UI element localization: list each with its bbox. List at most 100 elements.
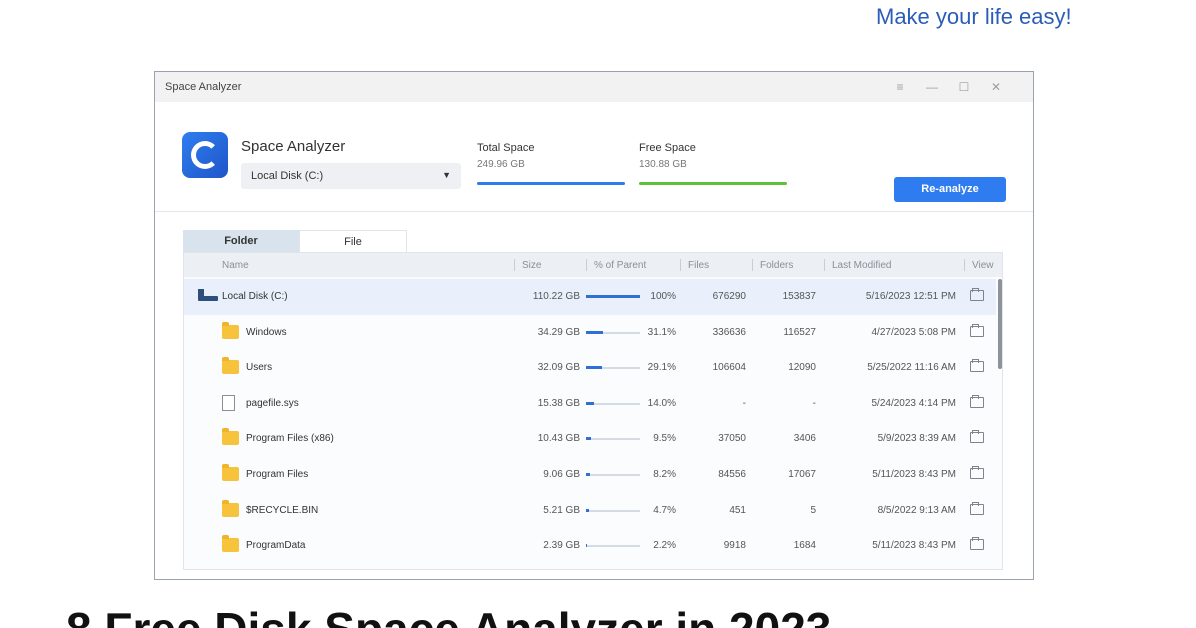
column-size[interactable]: Size [522,260,541,271]
row-files: 451 [729,504,746,516]
app-name: Space Analyzer [241,138,346,155]
row-size: 5.21 GB [543,504,580,516]
free-space-label: Free Space [639,142,696,154]
row-percent-bar-fill [586,366,602,370]
row-percent: 29.1% [647,362,676,374]
window-title: Space Analyzer [165,81,242,93]
row-files: 336636 [712,326,746,338]
row-last-modified: 5/11/2023 8:43 PM [872,469,956,480]
open-folder-icon[interactable] [970,288,984,301]
row-files: - [742,397,746,409]
row-name: pagefile.sys [246,397,299,409]
drive-select[interactable]: Local Disk (C:) ▼ [241,163,461,189]
open-folder-icon[interactable] [970,323,984,337]
header-panel: Space Analyzer Local Disk (C:) ▼ Total S… [155,102,1033,212]
column-name[interactable]: Name [222,260,249,271]
row-files: 106604 [712,362,746,374]
page-headline: 8 Free Disk Space Analyzer in 2023 [66,602,1126,628]
table-row[interactable]: ProgramData 2.39 GB 2.2% 9918 1684 5/11/… [184,528,996,564]
row-percent-bar [586,401,640,405]
table-row[interactable]: Local Disk (C:) 110.22 GB 100% 676290 15… [184,279,996,315]
table-row[interactable]: Program Files (x86) 10.43 GB 9.5% 37050 … [184,421,996,457]
open-folder-icon[interactable] [970,537,984,551]
title-bar: Space Analyzer ≡ — ☐ ✕ [155,72,1033,102]
space-analyzer-window: Space Analyzer ≡ — ☐ ✕ Space Analyzer Lo… [154,71,1034,580]
row-percent-bar-fill [586,330,603,334]
minimize-icon[interactable]: — [921,78,943,96]
row-size: 10.43 GB [537,433,580,445]
row-last-modified: 5/11/2023 8:43 PM [872,540,956,552]
row-files: 9918 [723,540,746,552]
row-percent-bar-fill [586,473,591,476]
row-size: 9.06 GB [543,469,580,480]
column-divider [680,259,681,271]
row-files: 37050 [718,433,746,445]
row-size: 34.29 GB [537,326,580,338]
column-percent[interactable]: % of Parent [594,260,646,271]
drive-select-value: Local Disk (C:) [251,170,324,182]
row-percent: 2.2% [653,540,676,552]
folder-icon [222,357,239,375]
open-folder-icon[interactable] [970,501,984,515]
row-percent: 31.1% [647,326,676,338]
column-divider [964,259,965,271]
table-row[interactable]: pagefile.sys 15.38 GB 14.0% - - 5/24/202… [184,386,996,422]
column-view[interactable]: View [972,260,994,271]
row-percent-bar [586,544,640,548]
folder-icon [222,499,239,517]
table-row[interactable]: Program Files 9.06 GB 8.2% 84556 17067 5… [184,457,996,493]
row-last-modified: 5/25/2022 11:16 AM [867,362,956,374]
scrollbar[interactable] [998,279,1002,369]
table-row[interactable]: Windows 34.29 GB 31.1% 336636 116527 4/2… [184,315,996,351]
folder-table: Name Size % of Parent Files Folders Last… [183,252,1003,570]
row-percent-bar [586,508,640,512]
row-percent-bar [586,330,640,334]
maximize-icon[interactable]: ☐ [953,78,975,96]
row-files: 676290 [712,291,746,302]
row-last-modified: 5/9/2023 8:39 AM [877,433,956,445]
row-last-modified: 4/27/2023 5:08 PM [871,326,956,338]
open-folder-icon[interactable] [970,394,984,408]
row-percent-bar [586,473,640,476]
open-folder-icon[interactable] [970,466,984,479]
row-percent-bar [586,437,640,441]
folder-icon [222,428,239,446]
column-folders[interactable]: Folders [760,260,793,271]
table-row[interactable]: Users 32.09 GB 29.1% 106604 12090 5/25/2… [184,350,996,386]
close-icon[interactable]: ✕ [985,78,1007,96]
column-last-modified[interactable]: Last Modified [832,260,891,271]
row-folders: 3406 [793,433,816,445]
results-panel: Folder File Name Size % of Parent Files … [155,212,1033,579]
row-name: Program Files (x86) [246,433,334,445]
row-percent: 9.5% [653,433,676,445]
tab-file[interactable]: File [299,230,407,252]
total-space-stat: Total Space 249.96 GB [477,142,625,185]
column-files[interactable]: Files [688,260,709,271]
row-name: Local Disk (C:) [222,291,288,302]
row-size: 32.09 GB [537,362,580,374]
folder-icon [222,321,239,339]
reanalyze-button[interactable]: Re-analyze [894,177,1006,202]
row-percent: 8.2% [653,469,676,480]
chevron-down-icon: ▼ [442,170,451,180]
row-folders: 12090 [788,362,816,374]
row-size: 2.39 GB [543,540,580,552]
row-folders: 116527 [783,326,816,338]
tab-folder[interactable]: Folder [183,230,299,252]
drive-icon [198,289,218,302]
row-name: Program Files [246,469,309,480]
folder-icon [222,535,239,553]
row-name: ProgramData [246,540,306,552]
row-name: Users [246,362,273,374]
free-space-value: 130.88 GB [639,159,687,170]
menu-icon[interactable]: ≡ [889,78,911,96]
row-percent-bar [586,366,640,370]
table-row[interactable]: $RECYCLE.BIN 5.21 GB 4.7% 451 5 8/5/2022… [184,493,996,529]
row-folders: 1684 [793,540,816,552]
open-folder-icon[interactable] [970,359,984,373]
open-folder-icon[interactable] [970,430,984,444]
row-files: 84556 [718,469,746,480]
free-space-bar [639,182,787,185]
row-percent-bar-fill [586,544,588,548]
row-folders: - [812,397,816,409]
